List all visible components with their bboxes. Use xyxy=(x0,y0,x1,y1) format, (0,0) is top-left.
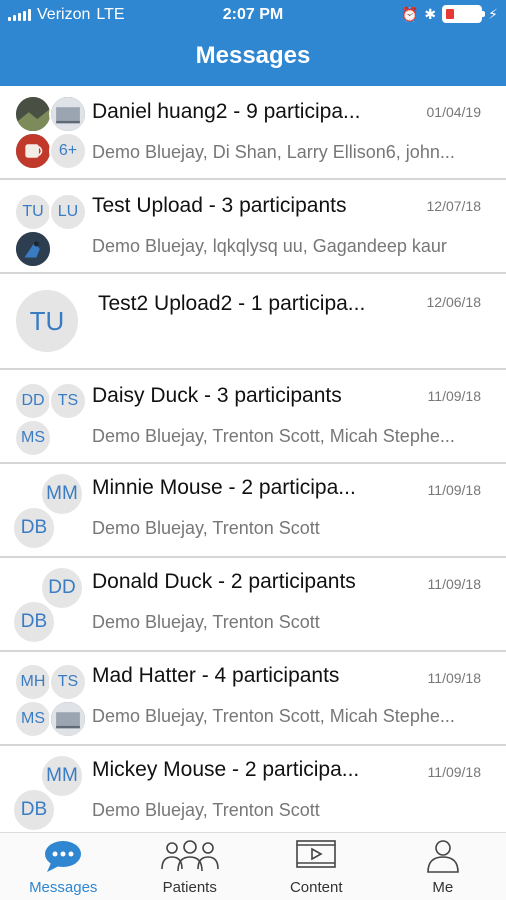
conversation-title: Daisy Duck - 3 participants xyxy=(92,384,342,407)
tab-content[interactable]: Content xyxy=(253,833,380,900)
avatar xyxy=(49,95,87,133)
tab-label: Messages xyxy=(29,879,98,896)
conversation-item[interactable]: MM DB Mickey Mouse - 2 participa... 11/0… xyxy=(0,746,506,836)
tab-bar: Messages Patients Content Me xyxy=(0,832,506,900)
avatar xyxy=(14,95,52,133)
conversation-participants: Demo Bluejay, Trenton Scott, Micah Steph… xyxy=(92,426,455,446)
chat-bubble-icon xyxy=(43,839,83,878)
conversation-participants: Demo Bluejay, Trenton Scott xyxy=(92,612,320,632)
conversation-list: 6+ Daniel huang2 - 9 participa... 01/04/… xyxy=(0,86,506,836)
tab-messages[interactable]: Messages xyxy=(0,833,127,900)
conversation-title: Test2 Upload2 - 1 participa... xyxy=(98,292,366,315)
conversation-date: 12/07/18 xyxy=(426,198,482,214)
conversation-item[interactable]: DD TS MS Daisy Duck - 3 participants 11/… xyxy=(0,370,506,464)
avatar: TS xyxy=(49,382,87,420)
conversation-title: Mickey Mouse - 2 participa... xyxy=(92,758,360,781)
avatar: LU xyxy=(49,193,87,231)
conversation-participants: Demo Bluejay, Trenton Scott, Micah Steph… xyxy=(92,706,455,726)
status-bar: Verizon LTE 2:07 PM ⏰ ✱ ⚡ xyxy=(0,0,506,30)
tab-label: Me xyxy=(432,879,454,896)
conversation-date: 12/06/18 xyxy=(426,294,482,310)
conversation-date: 11/09/18 xyxy=(427,388,481,404)
conversation-item[interactable]: TU Test2 Upload2 - 1 participa... 12/06/… xyxy=(0,274,506,370)
conversation-date: 11/09/18 xyxy=(427,576,481,592)
conversation-date: 11/09/18 xyxy=(427,670,481,686)
charging-icon: ⚡ xyxy=(488,5,498,22)
avatar: DB xyxy=(12,506,56,550)
alarm-icon: ⏰ xyxy=(400,5,419,22)
battery-icon xyxy=(442,5,486,23)
avatar: DB xyxy=(12,788,56,832)
conversation-participants: Demo Bluejay, Trenton Scott xyxy=(92,800,320,820)
conversation-participants: Demo Bluejay, Di Shan, Larry Ellison6, j… xyxy=(92,142,455,162)
conversation-title: Donald Duck - 2 participants xyxy=(92,570,356,593)
conversation-participants: Demo Bluejay, lqkqlysq uu, Gagandeep kau… xyxy=(92,236,447,256)
person-icon xyxy=(425,839,461,878)
conversation-item[interactable]: 6+ Daniel huang2 - 9 participa... 01/04/… xyxy=(0,86,506,180)
avatar: TU xyxy=(14,288,80,354)
conversation-date: 11/09/18 xyxy=(427,482,481,498)
avatar: MS xyxy=(14,700,52,738)
people-group-icon xyxy=(160,839,220,878)
avatar: MH xyxy=(14,663,52,701)
avatar-more-count: 6+ xyxy=(49,132,87,170)
video-screen-icon xyxy=(295,839,337,878)
avatar xyxy=(49,700,87,738)
avatar xyxy=(14,132,52,170)
avatar: DD xyxy=(14,382,52,420)
tab-label: Content xyxy=(289,879,343,896)
app-header: Verizon LTE 2:07 PM ⏰ ✱ ⚡ Messages xyxy=(0,0,506,86)
tab-label: Patients xyxy=(162,879,217,896)
conversation-title: Test Upload - 3 participants xyxy=(92,194,347,217)
conversation-title: Daniel huang2 - 9 participa... xyxy=(92,100,361,123)
bluetooth-icon: ✱ xyxy=(424,5,437,22)
conversation-item[interactable]: TU LU Test Upload - 3 participants 12/07… xyxy=(0,180,506,274)
tab-patients[interactable]: Patients xyxy=(127,833,254,900)
avatar: DB xyxy=(12,600,56,644)
conversation-date: 11/09/18 xyxy=(427,764,481,780)
avatar: TS xyxy=(49,663,87,701)
conversation-item[interactable]: MM DB Minnie Mouse - 2 participa... 11/0… xyxy=(0,464,506,558)
page-title: Messages xyxy=(195,42,311,69)
conversation-item[interactable]: DD DB Donald Duck - 2 participants 11/09… xyxy=(0,558,506,652)
conversation-participants: Demo Bluejay, Trenton Scott xyxy=(92,518,320,538)
avatar: MS xyxy=(14,419,52,457)
avatar xyxy=(14,230,52,268)
avatar: TU xyxy=(14,193,52,231)
tab-me[interactable]: Me xyxy=(380,833,506,900)
conversation-item[interactable]: MH TS MS Mad Hatter - 4 participants 11/… xyxy=(0,652,506,746)
conversation-title: Mad Hatter - 4 participants xyxy=(92,664,340,687)
conversation-date: 01/04/19 xyxy=(426,104,482,120)
conversation-title: Minnie Mouse - 2 participa... xyxy=(92,476,356,499)
